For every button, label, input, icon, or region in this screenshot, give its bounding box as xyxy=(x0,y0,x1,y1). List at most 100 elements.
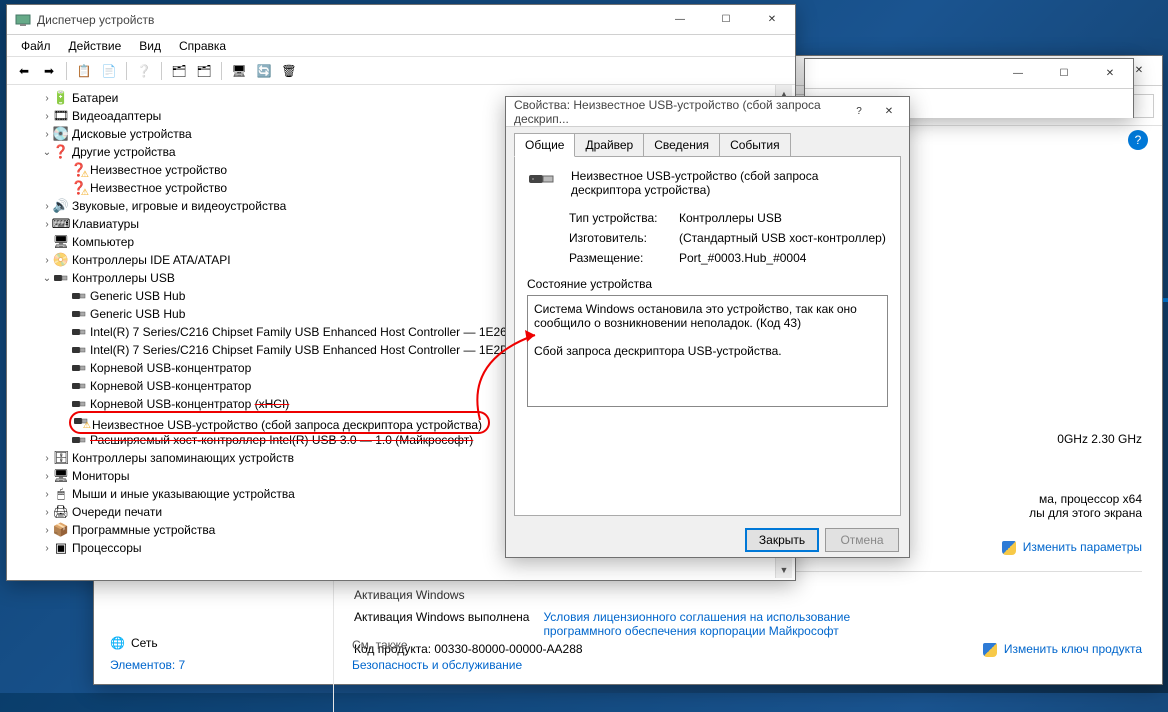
close-button[interactable]: ✕ xyxy=(1087,59,1133,89)
usb-icon xyxy=(71,360,87,376)
tree-node-label: Звуковые, игровые и видеоустройства xyxy=(72,199,286,213)
expand-toggle[interactable]: › xyxy=(41,507,53,518)
device-icon: 🖥 xyxy=(53,468,69,484)
expand-toggle[interactable]: › xyxy=(41,453,53,464)
tree-node-label: Контроллеры IDE ATA/ATAPI xyxy=(72,253,231,267)
security-link[interactable]: Безопасность и обслуживание xyxy=(352,658,522,672)
props-title: Свойства: Неизвестное USB-устройство (сб… xyxy=(514,98,849,126)
devmgr-toolbar: ⬅ ➡ 📋 📄 ❔ 🗂 🗂 🖥 🔄 🗑 xyxy=(7,57,795,85)
props-tabs: Общие Драйвер Сведения События xyxy=(506,127,909,156)
tb-properties[interactable]: 📄 xyxy=(98,60,120,82)
tree-node-label: Очереди печати xyxy=(72,505,162,519)
expand-toggle[interactable]: › xyxy=(41,129,53,140)
activation-header: Активация Windows xyxy=(354,588,1142,602)
tab-events[interactable]: События xyxy=(719,133,791,156)
loc-value: Port_#0003.Hub_#0004 xyxy=(679,251,806,265)
tree-node-label: Intel(R) 7 Series/C216 Chipset Family US… xyxy=(90,325,507,339)
device-icon: 🖱 xyxy=(53,486,69,502)
maximize-button[interactable]: ☐ xyxy=(703,5,749,35)
shield-icon xyxy=(1002,541,1016,555)
status-textbox[interactable] xyxy=(527,295,888,407)
expand-toggle[interactable]: › xyxy=(41,525,53,536)
device-icon: 💽 xyxy=(53,126,69,142)
tb-scan[interactable]: 🖥 xyxy=(228,60,250,82)
minimize-button[interactable]: — xyxy=(657,5,703,35)
usb-icon xyxy=(71,342,87,358)
tree-node-label: Дисковые устройства xyxy=(72,127,192,141)
menu-help[interactable]: Справка xyxy=(171,37,234,55)
network-icon: 🌐 xyxy=(110,636,125,650)
device-icon: ❓ xyxy=(53,144,69,160)
help-icon[interactable]: ? xyxy=(1128,130,1148,150)
license-link[interactable]: Условия лицензионного соглашения на испо… xyxy=(543,610,923,638)
tb-fwd[interactable]: ➡ xyxy=(38,60,60,82)
tree-node-label: Неизвестное устройство xyxy=(90,181,227,195)
properties-dialog: Свойства: Неизвестное USB-устройство (сб… xyxy=(505,96,910,558)
device-icon: ❓ xyxy=(71,162,87,178)
expand-toggle[interactable]: ⌄ xyxy=(41,147,53,158)
status-elements-count: Элементов: 7 xyxy=(94,654,333,676)
tb-help[interactable]: ❔ xyxy=(133,60,155,82)
change-params-link[interactable]: Изменить параметры xyxy=(1023,540,1142,554)
tree-node-label: Видеоадаптеры xyxy=(72,109,161,123)
expand-toggle[interactable]: › xyxy=(41,111,53,122)
close-button[interactable]: ✕ xyxy=(869,97,909,127)
expand-toggle[interactable]: › xyxy=(41,201,53,212)
highlighted-device: Неизвестное USB-устройство (сбой запроса… xyxy=(69,411,490,434)
tb-back[interactable]: ⬅ xyxy=(13,60,35,82)
device-icon: 📦 xyxy=(53,522,69,538)
close-button[interactable]: ✕ xyxy=(749,5,795,35)
device-icon: 📀 xyxy=(53,252,69,268)
minimize-button[interactable]: — xyxy=(995,59,1041,89)
type-label: Тип устройства: xyxy=(569,211,679,225)
devmgr-icon xyxy=(15,12,31,28)
device-icon: 🔋 xyxy=(53,90,69,106)
expand-toggle[interactable]: ⌄ xyxy=(41,273,53,284)
tree-node-label: Intel(R) 7 Series/C216 Chipset Family US… xyxy=(90,343,509,357)
menu-action[interactable]: Действие xyxy=(61,37,130,55)
loc-label: Размещение: xyxy=(569,251,679,265)
tab-general[interactable]: Общие xyxy=(514,133,575,157)
expand-toggle[interactable]: › xyxy=(41,489,53,500)
expand-toggle[interactable]: › xyxy=(41,471,53,482)
expand-toggle[interactable]: › xyxy=(41,543,53,554)
menu-file[interactable]: Файл xyxy=(13,37,59,55)
device-icon: 🎞 xyxy=(53,108,69,124)
tb-update[interactable]: 🔄 xyxy=(253,60,275,82)
tb-tree1[interactable]: 🗂 xyxy=(168,60,190,82)
tab-body: Неизвестное USB-устройство (сбой запроса… xyxy=(514,156,901,516)
status-label: Состояние устройства xyxy=(527,277,888,291)
usb-icon xyxy=(71,306,87,322)
tb-uninstall[interactable]: 🗑 xyxy=(278,60,300,82)
tab-driver[interactable]: Драйвер xyxy=(574,133,644,156)
device-icon: ▣ xyxy=(53,540,69,556)
tree-node-label: Корневой USB-концентратор (xHCI) xyxy=(90,397,289,411)
tree-node-label: Generic USB Hub xyxy=(90,289,185,303)
expand-toggle[interactable]: › xyxy=(41,93,53,104)
see-also-label: См. также xyxy=(352,638,522,652)
expand-toggle[interactable]: › xyxy=(41,255,53,266)
close-dialog-button[interactable]: Закрыть xyxy=(745,528,819,552)
sidebar-item-network[interactable]: 🌐 Сеть xyxy=(94,632,333,654)
scroll-down-button[interactable]: ▼ xyxy=(776,561,792,578)
tree-node-label: Расширяемый хост-контроллер Intel(R) USB… xyxy=(90,433,473,447)
tree-node-label: Мыши и иные указывающие устройства xyxy=(72,487,295,501)
mfr-value: (Стандартный USB хост-контроллер) xyxy=(679,231,886,245)
tb-tree2[interactable]: 🗂 xyxy=(193,60,215,82)
change-key-link[interactable]: Изменить ключ продукта xyxy=(1004,642,1142,656)
device-icon: ⌨ xyxy=(53,216,69,232)
tree-node-label: Программные устройства xyxy=(72,523,215,537)
device-icon: 🖨 xyxy=(53,504,69,520)
cancel-dialog-button: Отмена xyxy=(825,528,899,552)
usb-icon xyxy=(71,378,87,394)
tb-show-hidden[interactable]: 📋 xyxy=(73,60,95,82)
tab-details[interactable]: Сведения xyxy=(643,133,720,156)
tree-node-label: Процессоры xyxy=(72,541,142,555)
menu-view[interactable]: Вид xyxy=(131,37,169,55)
tree-node-label: Неизвестное устройство xyxy=(90,163,227,177)
maximize-button[interactable]: ☐ xyxy=(1041,59,1087,89)
usb-icon xyxy=(71,396,87,412)
devmgr-titlebar: Диспетчер устройств — ☐ ✕ xyxy=(7,5,795,35)
device-icon: ❓ xyxy=(71,180,87,196)
help-button[interactable]: ? xyxy=(849,97,869,127)
